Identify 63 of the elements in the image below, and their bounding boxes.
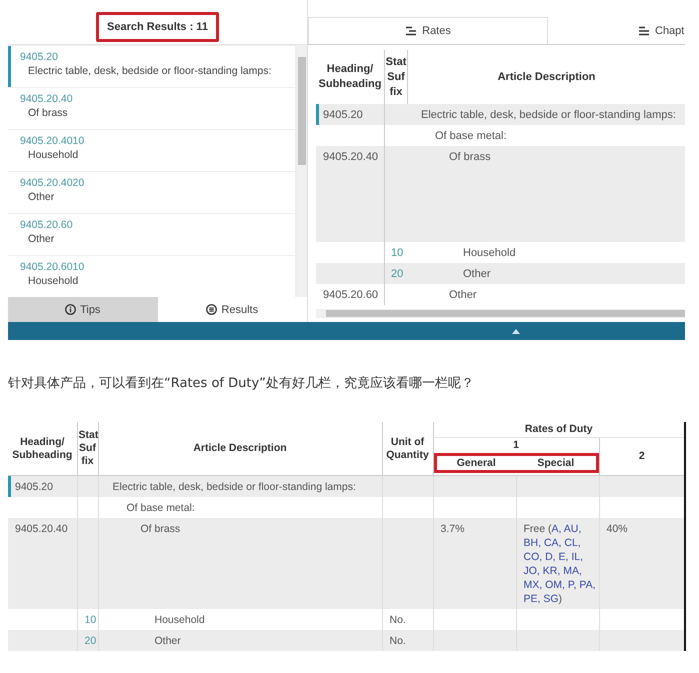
country-link[interactable]: A, [552, 523, 562, 535]
description-cell-text: Of base metal: [434, 129, 508, 144]
column-header: Heading/ Subheading [318, 62, 382, 92]
country-link[interactable]: OM, [545, 579, 565, 591]
country-link[interactable]: CL, [564, 537, 581, 549]
general-rate-cell: 3.7% [433, 518, 516, 609]
lines-icon [405, 26, 418, 36]
heading-cell-text: 9405.20.40 [322, 150, 380, 165]
caption-text: 针对具体产品，可以看到在“Rates of Duty”处有好几栏，究竟应该看哪一栏呢？ [8, 375, 475, 392]
column-header: Rates of Duty [433, 422, 686, 438]
panel-tab[interactable]: Tips [8, 297, 158, 322]
result-item[interactable]: 9405.20.6010 Household [8, 256, 295, 297]
description-cell-text: Of brass [448, 150, 492, 165]
description-cell-text: Other [448, 288, 478, 303]
horizontal-scrollbar[interactable] [316, 309, 685, 318]
heading-cell: 9405.20.40 [8, 518, 77, 609]
description-cell: Household [98, 609, 382, 630]
unit-cell: No. [382, 630, 433, 651]
result-item[interactable]: 9405.20.4010 Household [8, 130, 295, 171]
country-link[interactable]: PA, [579, 579, 596, 591]
column-2-rate-cell: 40% [599, 518, 686, 609]
column-header: Special [536, 456, 576, 470]
heading-cell: 9405.20 [8, 476, 77, 497]
country-link[interactable]: E, [558, 551, 568, 563]
description-cell: Of brass [98, 518, 382, 609]
unit-cell: No. [382, 609, 433, 630]
column-header: Heading/ Subheading [8, 422, 77, 476]
list-icon [206, 304, 218, 315]
heading-cell-text: 9405.20.60 [322, 288, 380, 303]
vertical-scrollbar[interactable] [297, 45, 307, 297]
country-link[interactable]: MX, [524, 579, 542, 591]
country-link[interactable]: MA, [563, 565, 582, 577]
description-cell: Other [98, 630, 382, 651]
result-item[interactable]: 9405.20 Electric table, desk, bedside or floor-standing lamps: [8, 46, 295, 87]
country-link[interactable]: P, [568, 579, 576, 591]
column-header: 1 [433, 438, 599, 453]
description-cell: Electric table, desk, bedside or floor-standing lamps: [98, 476, 382, 497]
lines-icon [638, 26, 650, 36]
country-link[interactable]: AU, [564, 523, 582, 535]
country-link[interactable]: KR, [542, 565, 560, 577]
country-link[interactable]: JO, [524, 565, 540, 577]
description-cell-text: Household [462, 246, 517, 261]
description-cell-text: Other [462, 267, 492, 282]
view-tab[interactable]: Rates [308, 17, 548, 44]
country-link[interactable]: CO, [524, 551, 542, 563]
up-arrow-icon[interactable] [512, 328, 520, 334]
result-item[interactable]: 9405.20.60 Other [8, 214, 295, 255]
country-link[interactable]: SG [543, 593, 559, 605]
country-link[interactable]: BH, [524, 537, 542, 549]
column-header: General [456, 456, 497, 470]
stat-suffix-cell: 20 [77, 630, 98, 651]
info-icon [65, 304, 76, 315]
country-link[interactable]: IL, [571, 551, 584, 563]
special-rate: Free (A, AU, BH, CA, CL, CO, D, E, IL, JO, KR, MA, MX, OM, P, PA, PE, SG) [524, 523, 596, 605]
result-item[interactable]: 9405.20.4020 Other [8, 172, 295, 213]
country-link[interactable]: D, [545, 551, 556, 563]
stat-suffix-cell: 10 [77, 609, 98, 630]
description-cell: Of base metal: [98, 497, 382, 518]
description-cell-text: Electric table, desk, bedside or floor-standing lamps: [420, 108, 677, 123]
result-item[interactable]: 9405.20.40 Of brass [8, 88, 295, 129]
country-link[interactable]: PE, [524, 593, 540, 605]
search-results-count: Search Results : 11 [96, 12, 219, 42]
country-link[interactable]: CA, [544, 537, 562, 549]
